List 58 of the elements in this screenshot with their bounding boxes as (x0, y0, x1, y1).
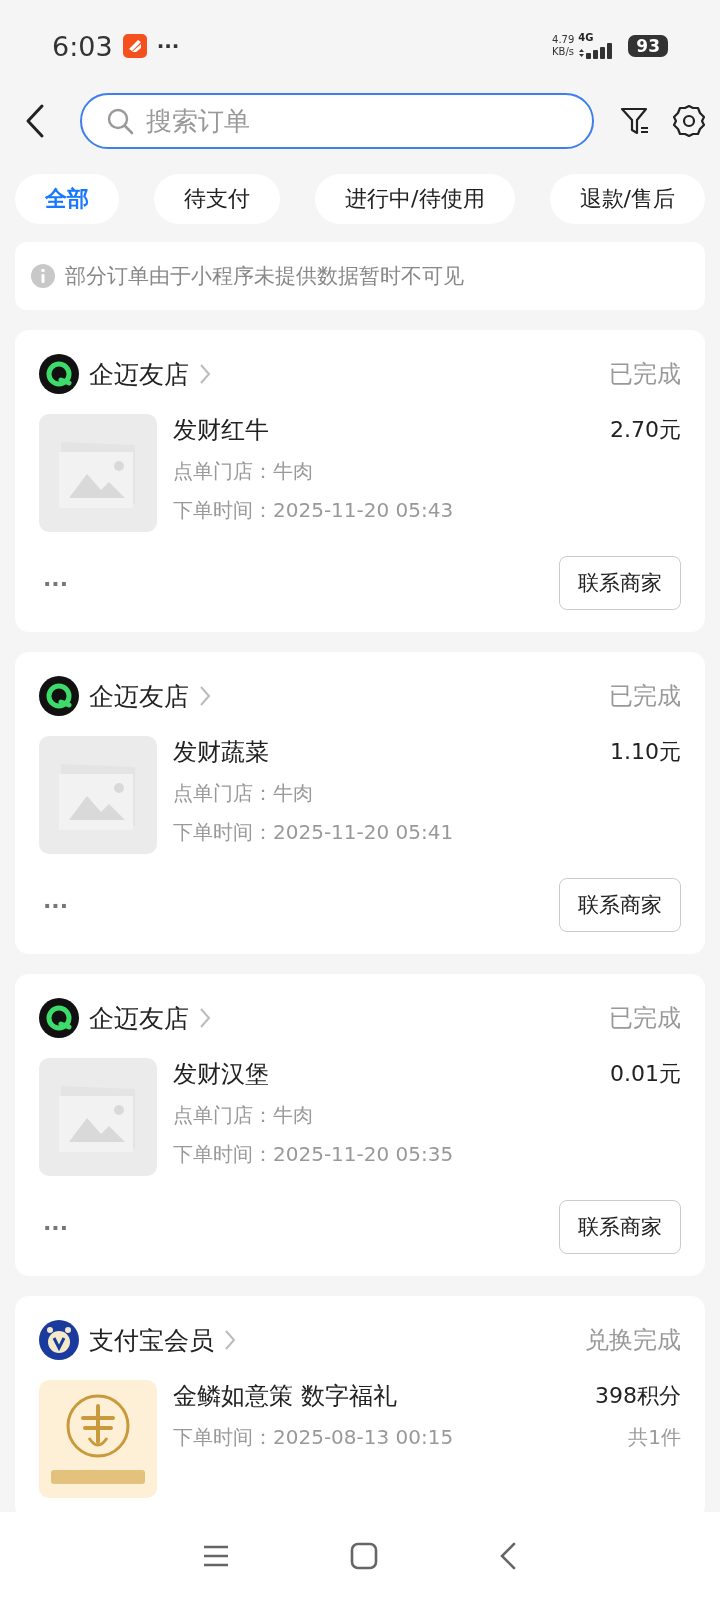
order-price: 2.70元 (610, 416, 681, 444)
image-placeholder-icon (39, 736, 157, 854)
contact-merchant-button[interactable]: 联系商家 (559, 878, 681, 932)
product-title: 金鳞如意策 数字福礼 (173, 1381, 397, 1412)
filter-icon[interactable] (620, 106, 650, 136)
network-speed: 4.79 (552, 34, 575, 46)
speed-unit: KB/s (552, 46, 575, 58)
shop-logo-icon (39, 1320, 79, 1360)
clock-time: 6:03 (52, 30, 113, 62)
shop-name[interactable]: 企迈友店 (89, 679, 189, 713)
shop-name[interactable]: 企迈友店 (89, 1001, 189, 1035)
item-count: 共1件 (628, 1424, 681, 1451)
shop-logo-icon (39, 676, 79, 716)
store-name: 点单门店：牛肉 (173, 780, 314, 807)
image-placeholder-icon (39, 414, 157, 532)
more-options[interactable]: ··· (39, 1214, 69, 1240)
menu-icon[interactable] (202, 1544, 230, 1568)
order-status: 已完成 (609, 681, 681, 712)
order-time: 下单时间：2025-11-20 05:41 (173, 819, 454, 846)
order-price: 1.10元 (610, 738, 681, 766)
info-icon (31, 264, 55, 288)
app-notification-icon (122, 34, 147, 58)
search-field[interactable]: 搜索订单 (80, 93, 594, 149)
filter-tab[interactable]: 退款/售后 (549, 174, 705, 224)
order-time: 下单时间：2025-08-13 00:15 (173, 1424, 454, 1451)
order-time: 下单时间：2025-11-20 05:35 (173, 1141, 454, 1168)
shop-logo-icon (39, 998, 79, 1038)
filter-tab[interactable]: 全部 (15, 174, 119, 224)
shop-name[interactable]: 支付宝会员 (89, 1323, 214, 1357)
search-icon (106, 107, 134, 135)
more-options[interactable]: ··· (39, 570, 69, 596)
contact-merchant-button[interactable]: 联系商家 (559, 1200, 681, 1254)
product-title: 发财红牛 (173, 415, 269, 446)
store-name: 点单门店：牛肉 (173, 458, 314, 485)
more-options[interactable]: ··· (39, 892, 69, 918)
order-price: 0.01元 (610, 1060, 681, 1088)
notice-text: 部分订单由于小程序未提供数据暂时不可见 (65, 263, 464, 290)
shop-logo-icon (39, 354, 79, 394)
order-time: 下单时间：2025-11-20 05:43 (173, 497, 454, 524)
search-input[interactable]: 搜索订单 (144, 105, 568, 137)
store-name: 点单门店：牛肉 (173, 1102, 314, 1129)
order-status: 已完成 (609, 359, 681, 390)
product-title: 发财蔬菜 (173, 737, 269, 768)
contact-merchant-button[interactable]: 联系商家 (559, 556, 681, 610)
home-icon[interactable] (350, 1542, 378, 1570)
order-price: 398积分 (595, 1382, 681, 1410)
settings-icon[interactable] (672, 104, 706, 138)
order-status: 兑换完成 (585, 1325, 681, 1356)
product-title: 发财汉堡 (173, 1059, 269, 1090)
filter-tab[interactable]: 进行中/待使用 (315, 174, 515, 224)
order-status: 已完成 (609, 1003, 681, 1034)
filter-tab[interactable]: 待支付 (154, 174, 281, 224)
shop-name[interactable]: 企迈友店 (89, 357, 189, 391)
battery-level: 93 (636, 36, 660, 56)
image-placeholder-icon (39, 1058, 157, 1176)
more-notifications: ··· (156, 34, 180, 58)
back-icon[interactable] (24, 103, 46, 139)
network-type: 4G (578, 33, 594, 43)
